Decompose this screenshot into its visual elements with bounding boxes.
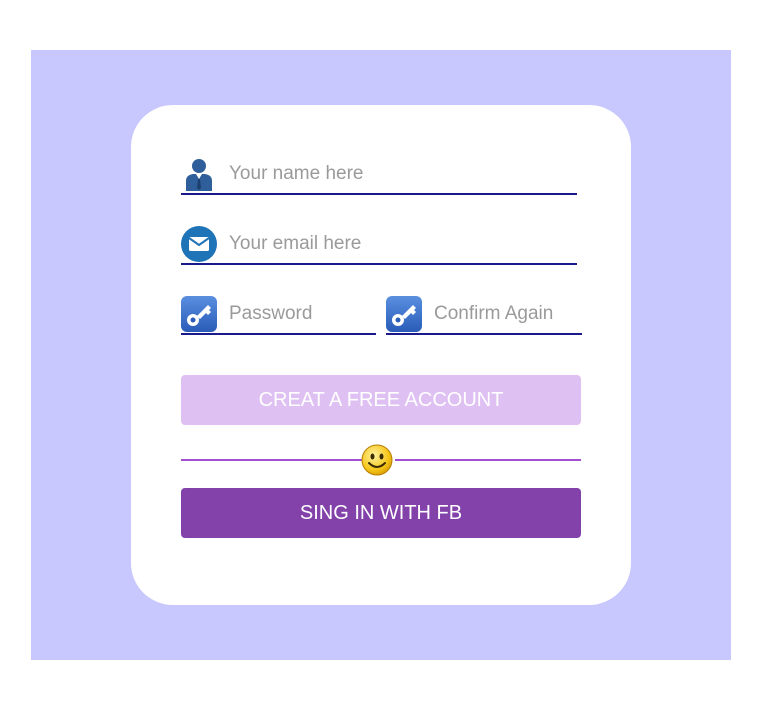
fb-signin-button[interactable]: SING IN WITH FB [181,488,581,538]
password-field [181,295,376,335]
email-field [181,225,577,265]
signup-card: CREAT A FREE ACCOUNT SING IN WITH F [131,105,631,605]
confirm-password-input[interactable] [434,303,582,325]
email-input[interactable] [229,233,577,255]
smiley-icon [361,444,393,476]
divider [181,444,581,476]
divider-line-left [181,459,363,461]
name-input[interactable] [229,163,577,185]
password-input[interactable] [229,303,376,325]
create-account-button[interactable]: CREAT A FREE ACCOUNT [181,375,581,425]
envelope-icon [181,226,217,262]
name-field [181,155,577,195]
user-icon [181,156,217,192]
key-icon [386,296,422,332]
confirm-password-field [386,295,582,335]
divider-line-right [395,459,581,461]
key-icon [181,296,217,332]
